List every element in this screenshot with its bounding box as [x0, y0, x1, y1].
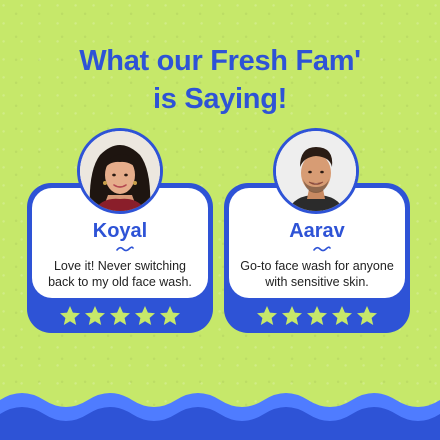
rating-stars	[224, 304, 410, 328]
star-icon	[60, 306, 80, 325]
headline-line-1: What our Fresh Fam'	[79, 45, 361, 77]
squiggle-divider-icon	[313, 246, 331, 252]
star-icon	[110, 306, 130, 325]
star-icon	[135, 306, 155, 325]
star-icon	[257, 306, 277, 325]
rating-stars	[27, 304, 213, 328]
star-icon	[332, 306, 352, 325]
avatar-koyal	[77, 128, 163, 214]
headline-line-2: is Saying!	[153, 83, 287, 115]
squiggle-divider-icon	[116, 246, 134, 252]
avatar-aarav	[273, 128, 359, 214]
woman-portrait-icon	[80, 131, 160, 211]
star-icon	[357, 306, 377, 325]
star-icon	[160, 306, 180, 325]
man-portrait-icon	[276, 131, 356, 211]
review-text: Go-to face wash for anyone with sensitiv…	[240, 259, 394, 289]
headline: What our Fresh Fam' is Saying!	[0, 42, 440, 118]
star-icon	[85, 306, 105, 325]
star-icon	[307, 306, 327, 325]
star-icon	[282, 306, 302, 325]
review-text: Love it! Never switching back to my old …	[48, 259, 192, 289]
reviewer-name: Aarav	[289, 220, 345, 242]
wave-decoration	[0, 393, 440, 440]
reviewer-name: Koyal	[92, 220, 148, 242]
